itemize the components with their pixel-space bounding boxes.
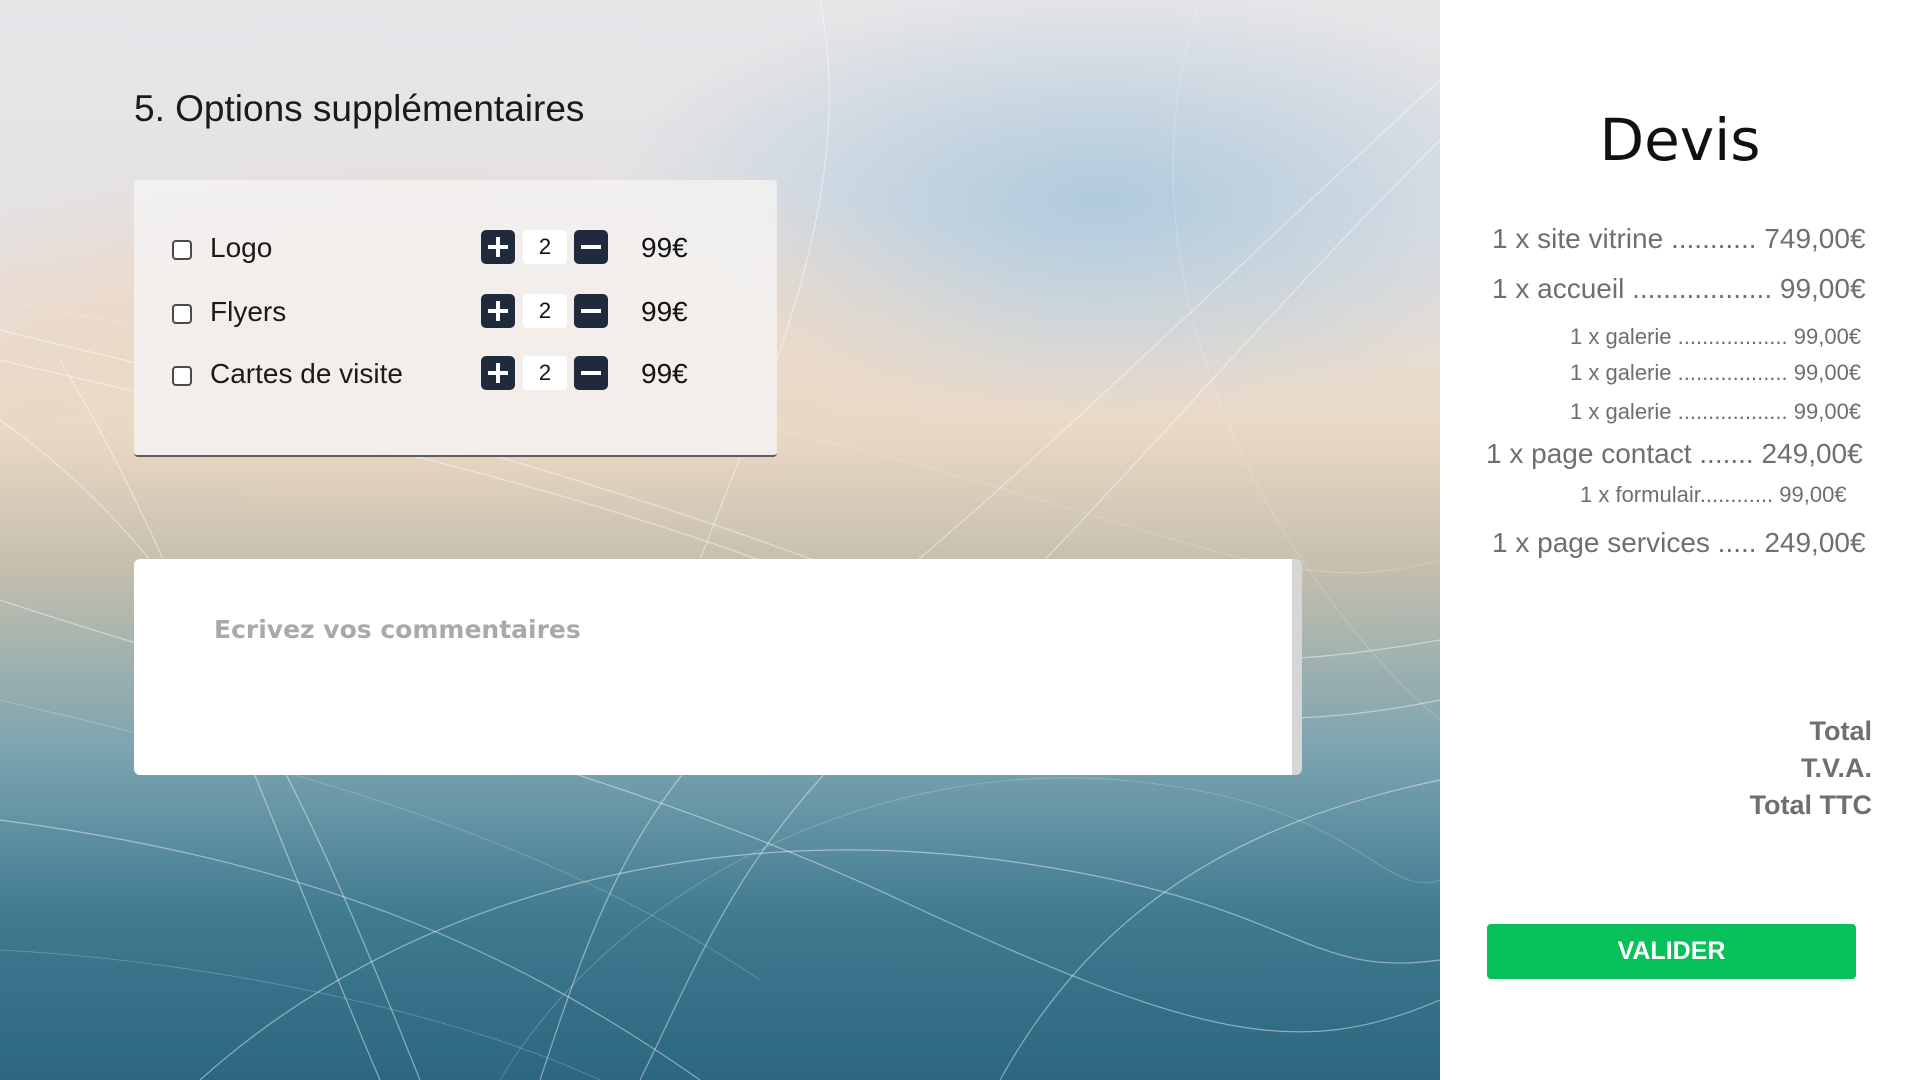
quantity-field[interactable]: 2 bbox=[523, 294, 567, 328]
total-label: Total bbox=[1809, 716, 1873, 746]
quote-sidebar: Devis 1 x site vitrine ........... 749,0… bbox=[1440, 0, 1920, 1080]
quote-title: Devis bbox=[1599, 106, 1761, 174]
option-checkbox-logo[interactable] bbox=[172, 240, 192, 260]
validate-button[interactable]: VALIDER bbox=[1487, 924, 1856, 979]
plus-icon bbox=[488, 301, 508, 321]
increment-button[interactable] bbox=[481, 230, 515, 264]
option-price: 99€ bbox=[641, 232, 688, 263]
minus-icon bbox=[581, 309, 601, 313]
quote-line: 1 x accueil .................. 99,00€ bbox=[1492, 273, 1866, 304]
quote-line: 1 x page contact ....... 249,00€ bbox=[1486, 438, 1863, 469]
decrement-button[interactable] bbox=[574, 230, 608, 264]
option-row-cartes-de-visite: Cartes de visite 2 99€ bbox=[134, 352, 777, 400]
option-price: 99€ bbox=[641, 296, 688, 327]
option-label: Logo bbox=[210, 232, 273, 263]
plus-icon bbox=[488, 237, 508, 257]
quote-line: 1 x galerie .................. 99,00€ bbox=[1570, 324, 1862, 349]
tva-label: T.V.A. bbox=[1800, 753, 1872, 783]
quote-line: 1 x galerie .................. 99,00€ bbox=[1570, 399, 1862, 424]
quote-line: 1 x formulair............ 99,00€ bbox=[1580, 482, 1847, 507]
quote-line: 1 x galerie .................. 99,00€ bbox=[1570, 360, 1862, 385]
option-label: Flyers bbox=[210, 296, 287, 327]
quote-line: 1 x page services ..... 249,00€ bbox=[1492, 527, 1866, 558]
option-row-logo: Logo 2 99€ bbox=[134, 226, 777, 274]
increment-button[interactable] bbox=[481, 294, 515, 328]
option-row-flyers: Flyers 2 99€ bbox=[134, 290, 777, 338]
quote-line: 1 x site vitrine ........... 749,00€ bbox=[1492, 223, 1866, 254]
plus-icon bbox=[488, 363, 508, 383]
option-label: Cartes de visite bbox=[210, 358, 403, 389]
minus-icon bbox=[581, 371, 601, 375]
comments-textarea[interactable] bbox=[134, 559, 1302, 775]
quantity-field[interactable]: 2 bbox=[523, 230, 567, 264]
section-title: 5. Options supplémentaires bbox=[134, 88, 585, 129]
minus-icon bbox=[581, 245, 601, 249]
quantity-field[interactable]: 2 bbox=[523, 356, 567, 390]
options-panel: Logo 2 99€ Flyers 2 99€ Cartes de visite… bbox=[134, 180, 777, 457]
decrement-button[interactable] bbox=[574, 294, 608, 328]
increment-button[interactable] bbox=[481, 356, 515, 390]
option-checkbox-flyers[interactable] bbox=[172, 304, 192, 324]
background-wave-pattern bbox=[0, 0, 1440, 1080]
option-price: 99€ bbox=[641, 358, 688, 389]
total-ttc-label: Total TTC bbox=[1749, 790, 1872, 820]
option-checkbox-cartes-de-visite[interactable] bbox=[172, 366, 192, 386]
background-image bbox=[0, 0, 1440, 1080]
decrement-button[interactable] bbox=[574, 356, 608, 390]
